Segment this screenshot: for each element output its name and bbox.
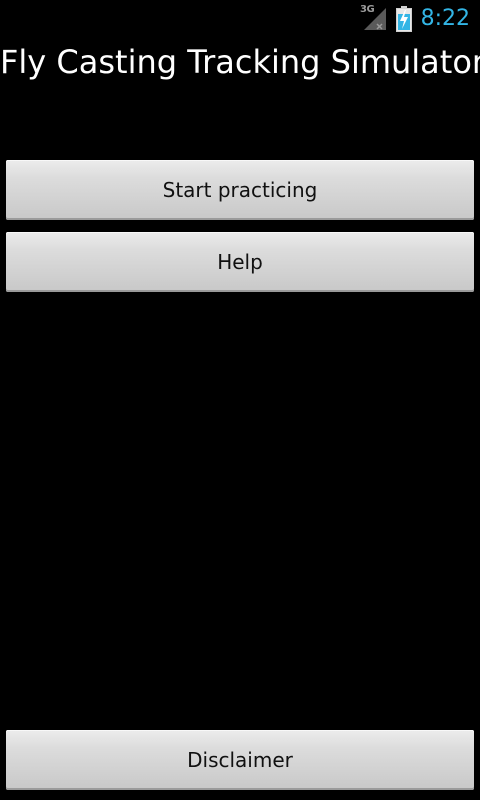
status-clock: 8:22 — [420, 6, 470, 31]
start-practicing-button[interactable]: Start practicing — [6, 160, 474, 220]
battery-charging-icon — [396, 6, 412, 32]
disclaimer-button[interactable]: Disclaimer — [6, 730, 474, 790]
signal-indicator: 3G — [360, 4, 388, 32]
help-button[interactable]: Help — [6, 232, 474, 292]
status-bar: 3G 8:22 — [0, 0, 480, 38]
network-type-label: 3G — [360, 4, 375, 15]
app-title: Fly Casting Tracking Simulator — [0, 43, 480, 81]
